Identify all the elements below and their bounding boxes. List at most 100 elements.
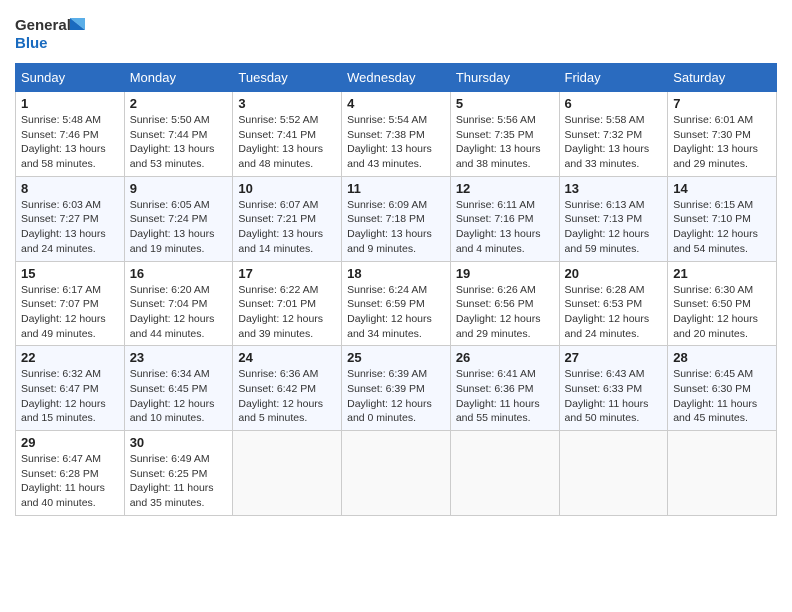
calendar-header-row: SundayMondayTuesdayWednesdayThursdayFrid… [16, 64, 777, 92]
day-number: 23 [130, 350, 228, 365]
table-row: 4 Sunrise: 5:54 AM Sunset: 7:38 PM Daylig… [342, 92, 451, 177]
table-row: 12 Sunrise: 6:11 AM Sunset: 7:16 PM Dayli… [450, 176, 559, 261]
day-number: 10 [238, 181, 336, 196]
day-info: Sunrise: 5:54 AM Sunset: 7:38 PM Dayligh… [347, 113, 445, 172]
calendar-header-day: Saturday [668, 64, 777, 92]
day-info: Sunrise: 6:34 AM Sunset: 6:45 PM Dayligh… [130, 367, 228, 426]
table-row: 6Sunrise: 5:58 AM Sunset: 7:32 PM Daylig… [559, 92, 668, 177]
day-info: Sunrise: 6:11 AM Sunset: 7:16 PM Dayligh… [456, 198, 554, 257]
table-row: 9 Sunrise: 6:05 AM Sunset: 7:24 PM Daylig… [124, 176, 233, 261]
day-number: 5 [456, 96, 554, 111]
day-info: Sunrise: 6:39 AM Sunset: 6:39 PM Dayligh… [347, 367, 445, 426]
svg-text:Blue: Blue [15, 35, 48, 52]
calendar-header-day: Monday [124, 64, 233, 92]
day-info: Sunrise: 6:01 AM Sunset: 7:30 PM Dayligh… [673, 113, 771, 172]
table-row: 30 Sunrise: 6:49 AM Sunset: 6:25 PM Dayli… [124, 431, 233, 516]
table-row: 7 Sunrise: 6:01 AM Sunset: 7:30 PM Daylig… [668, 92, 777, 177]
calendar-table: SundayMondayTuesdayWednesdayThursdayFrid… [15, 63, 777, 516]
day-info: Sunrise: 6:45 AM Sunset: 6:30 PM Dayligh… [673, 367, 771, 426]
table-row: 25 Sunrise: 6:39 AM Sunset: 6:39 PM Dayli… [342, 346, 451, 431]
day-info: Sunrise: 6:28 AM Sunset: 6:53 PM Dayligh… [565, 283, 663, 342]
calendar-week-row: 1 Sunrise: 5:48 AM Sunset: 7:46 PM Daylig… [16, 92, 777, 177]
calendar-week-row: 22 Sunrise: 6:32 AM Sunset: 6:47 PM Dayli… [16, 346, 777, 431]
table-row: 13 Sunrise: 6:13 AM Sunset: 7:13 PM Dayli… [559, 176, 668, 261]
table-row: 8 Sunrise: 6:03 AM Sunset: 7:27 PM Daylig… [16, 176, 125, 261]
day-info: Sunrise: 6:15 AM Sunset: 7:10 PM Dayligh… [673, 198, 771, 257]
day-number: 2 [130, 96, 228, 111]
day-info: Sunrise: 6:09 AM Sunset: 7:18 PM Dayligh… [347, 198, 445, 257]
table-row: 19 Sunrise: 6:26 AM Sunset: 6:56 PM Dayli… [450, 261, 559, 346]
day-info: Sunrise: 6:49 AM Sunset: 6:25 PM Dayligh… [130, 452, 228, 511]
table-row: 3Sunrise: 5:52 AM Sunset: 7:41 PM Daylig… [233, 92, 342, 177]
day-number: 30 [130, 435, 228, 450]
day-info: Sunrise: 5:48 AM Sunset: 7:46 PM Dayligh… [21, 113, 119, 172]
day-number: 6 [565, 96, 663, 111]
day-number: 15 [21, 266, 119, 281]
day-number: 28 [673, 350, 771, 365]
table-row: 2Sunrise: 5:50 AM Sunset: 7:44 PM Daylig… [124, 92, 233, 177]
table-row: 10 Sunrise: 6:07 AM Sunset: 7:21 PM Dayli… [233, 176, 342, 261]
table-row: 17 Sunrise: 6:22 AM Sunset: 7:01 PM Dayli… [233, 261, 342, 346]
header: GeneralBlue [15, 10, 777, 55]
day-number: 22 [21, 350, 119, 365]
day-info: Sunrise: 5:56 AM Sunset: 7:35 PM Dayligh… [456, 113, 554, 172]
day-info: Sunrise: 6:41 AM Sunset: 6:36 PM Dayligh… [456, 367, 554, 426]
table-row: 22 Sunrise: 6:32 AM Sunset: 6:47 PM Dayli… [16, 346, 125, 431]
table-row: 24 Sunrise: 6:36 AM Sunset: 6:42 PM Dayli… [233, 346, 342, 431]
day-info: Sunrise: 6:24 AM Sunset: 6:59 PM Dayligh… [347, 283, 445, 342]
table-row [559, 431, 668, 516]
day-number: 12 [456, 181, 554, 196]
day-number: 1 [21, 96, 119, 111]
table-row: 27Sunrise: 6:43 AM Sunset: 6:33 PM Dayli… [559, 346, 668, 431]
day-info: Sunrise: 6:36 AM Sunset: 6:42 PM Dayligh… [238, 367, 336, 426]
day-number: 18 [347, 266, 445, 281]
day-info: Sunrise: 6:47 AM Sunset: 6:28 PM Dayligh… [21, 452, 119, 511]
day-number: 20 [565, 266, 663, 281]
page-container: GeneralBlue SundayMondayTuesdayWednesday… [0, 0, 792, 526]
day-number: 4 [347, 96, 445, 111]
day-number: 21 [673, 266, 771, 281]
table-row: 21 Sunrise: 6:30 AM Sunset: 6:50 PM Dayli… [668, 261, 777, 346]
logo: GeneralBlue [15, 10, 95, 55]
day-info: Sunrise: 6:30 AM Sunset: 6:50 PM Dayligh… [673, 283, 771, 342]
day-number: 13 [565, 181, 663, 196]
calendar-header-day: Thursday [450, 64, 559, 92]
day-number: 29 [21, 435, 119, 450]
table-row [233, 431, 342, 516]
day-number: 19 [456, 266, 554, 281]
day-info: Sunrise: 5:52 AM Sunset: 7:41 PM Dayligh… [238, 113, 336, 172]
calendar-week-row: 15 Sunrise: 6:17 AM Sunset: 7:07 PM Dayli… [16, 261, 777, 346]
calendar-header-day: Friday [559, 64, 668, 92]
calendar-header-day: Wednesday [342, 64, 451, 92]
day-number: 8 [21, 181, 119, 196]
table-row: 5 Sunrise: 5:56 AM Sunset: 7:35 PM Daylig… [450, 92, 559, 177]
table-row: 18 Sunrise: 6:24 AM Sunset: 6:59 PM Dayli… [342, 261, 451, 346]
day-number: 25 [347, 350, 445, 365]
table-row: 16 Sunrise: 6:20 AM Sunset: 7:04 PM Dayli… [124, 261, 233, 346]
day-number: 24 [238, 350, 336, 365]
day-number: 16 [130, 266, 228, 281]
day-info: Sunrise: 6:03 AM Sunset: 7:27 PM Dayligh… [21, 198, 119, 257]
day-number: 17 [238, 266, 336, 281]
table-row [342, 431, 451, 516]
calendar-header-day: Sunday [16, 64, 125, 92]
table-row: 28 Sunrise: 6:45 AM Sunset: 6:30 PM Dayli… [668, 346, 777, 431]
day-number: 9 [130, 181, 228, 196]
table-row: 29 Sunrise: 6:47 AM Sunset: 6:28 PM Dayli… [16, 431, 125, 516]
day-info: Sunrise: 6:17 AM Sunset: 7:07 PM Dayligh… [21, 283, 119, 342]
svg-text:General: General [15, 17, 71, 34]
calendar-header-day: Tuesday [233, 64, 342, 92]
day-number: 26 [456, 350, 554, 365]
day-info: Sunrise: 6:26 AM Sunset: 6:56 PM Dayligh… [456, 283, 554, 342]
day-info: Sunrise: 6:43 AM Sunset: 6:33 PM Dayligh… [565, 367, 663, 426]
day-info: Sunrise: 6:13 AM Sunset: 7:13 PM Dayligh… [565, 198, 663, 257]
day-info: Sunrise: 6:05 AM Sunset: 7:24 PM Dayligh… [130, 198, 228, 257]
table-row [668, 431, 777, 516]
day-info: Sunrise: 6:32 AM Sunset: 6:47 PM Dayligh… [21, 367, 119, 426]
day-info: Sunrise: 6:07 AM Sunset: 7:21 PM Dayligh… [238, 198, 336, 257]
day-info: Sunrise: 6:22 AM Sunset: 7:01 PM Dayligh… [238, 283, 336, 342]
table-row: 14Sunrise: 6:15 AM Sunset: 7:10 PM Dayli… [668, 176, 777, 261]
day-number: 7 [673, 96, 771, 111]
day-info: Sunrise: 6:20 AM Sunset: 7:04 PM Dayligh… [130, 283, 228, 342]
table-row: 11Sunrise: 6:09 AM Sunset: 7:18 PM Dayli… [342, 176, 451, 261]
